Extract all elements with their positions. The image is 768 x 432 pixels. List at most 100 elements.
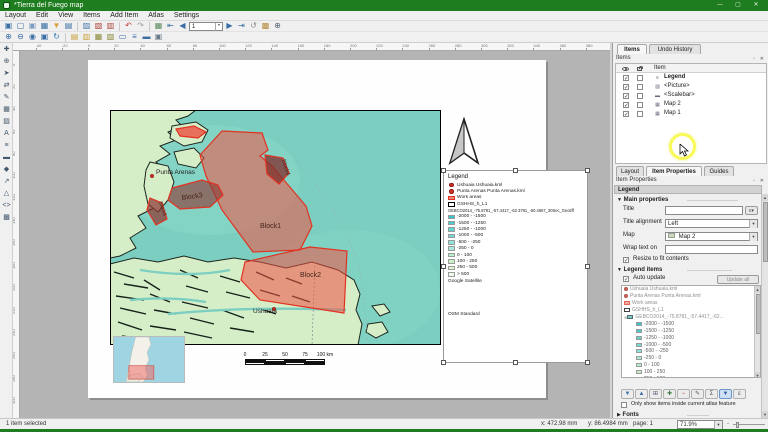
spin-arrows-icon[interactable]: ▾ [215,23,222,31]
move-up-icon[interactable]: ▲ [635,389,648,399]
select-move-item-icon[interactable]: ➤ [1,68,12,79]
selection-handle[interactable] [441,360,446,365]
legend-item[interactable]: Legend Ushuaia Ushuaia.kmlPunta Arenas P… [443,170,588,363]
lower-items-icon[interactable]: ▥ [81,32,92,42]
add-html-icon[interactable]: <> [1,200,12,211]
atlas-first-icon[interactable]: ⇤ [165,21,176,31]
selection-handle[interactable] [441,264,446,269]
visibility-checkbox[interactable]: ✓ [623,93,629,99]
count-symbols-icon[interactable]: Σ [705,389,718,399]
items-row-scalebar[interactable]: ✓▬<Scalebar> [616,91,766,100]
legend-tree-ramp-entry[interactable]: 100 - 250 [622,369,760,376]
resize-items-icon[interactable]: ▬ [141,32,152,42]
edit-nodes-icon[interactable]: ✎ [1,92,12,103]
layout-canvas[interactable]: Block1 Block2 Block3 Block4 Block5 Punta… [20,51,610,418]
legend-tree-raster-parent[interactable]: ⊞ GEBCO2014_-75.8781_-57.4417_-62... [622,314,760,321]
atlas-preview-icon[interactable]: ↺ [248,21,259,31]
legend-tree-item[interactable]: Punta Arenas Punta Arenas.kml [622,293,760,300]
tab-undo-history[interactable]: Undo History [649,44,701,54]
data-defined-override-button[interactable]: ε▾ [745,206,758,215]
items-row-picture[interactable]: ✓▨<Picture> [616,82,766,91]
title-input[interactable] [665,206,743,215]
legend-tree-ramp-entry[interactable]: -250 - 0 [622,355,760,362]
legend-tree-item[interactable]: Ushuaia Ushuaia.kml [622,286,760,293]
add-scalebar-icon[interactable]: ▬ [1,152,12,163]
remove-item-icon[interactable]: − [677,389,690,399]
add-legend-icon[interactable]: ≡ [1,140,12,151]
map-item-map2[interactable]: Block1 Block2 Block3 Block4 Block5 Punta… [110,110,441,345]
scroll-up-icon[interactable]: ▲ [762,194,768,201]
atlas-next-icon[interactable]: ▶ [224,21,235,31]
items-row-map2[interactable]: ✓▦Map 2 [616,100,766,109]
add-picture-icon[interactable]: ▨ [1,116,12,127]
zoom-out-icon[interactable]: ⊖ [15,32,26,42]
properties-scrollbar[interactable]: ▲ ▼ [761,194,768,418]
zoom-slider-knob[interactable] [736,422,739,428]
add-arrow-icon[interactable]: ↗ [1,176,12,187]
layout-manager-icon[interactable]: ▦ [39,21,50,31]
visibility-checkbox[interactable]: ✓ [623,75,629,81]
menu-add-item[interactable]: Add Item [105,11,143,21]
legend-tree-ramp-entry[interactable]: 0 - 100 [622,362,760,369]
selection-handle[interactable] [441,168,446,173]
maximize-button[interactable]: ▢ [730,0,746,11]
group-items-icon[interactable]: ▦ [93,32,104,42]
main-properties-header[interactable]: ▼ Main properties [617,197,668,203]
close-button[interactable]: ✕ [748,0,764,11]
legend-tree-ramp-entry[interactable]: -2000 - -1500 [622,320,760,327]
selection-handle[interactable] [585,264,590,269]
lock-items-icon[interactable]: ▣ [153,32,164,42]
lock-checkbox[interactable] [637,111,643,117]
tab-items[interactable]: Items [617,44,647,54]
export-pdf-icon[interactable]: ▥ [105,21,116,31]
menu-layout[interactable]: Layout [0,11,31,21]
export-svg-icon[interactable]: ▧ [93,21,104,31]
north-arrow-item[interactable] [447,117,481,165]
pan-icon[interactable]: ✚ [1,44,12,55]
map-item-map1[interactable] [113,336,185,383]
add-label-icon[interactable]: A [1,128,12,139]
atlas-last-icon[interactable]: ⇥ [236,21,247,31]
lock-checkbox[interactable] [637,102,643,108]
visibility-checkbox[interactable]: ✓ [623,102,629,108]
legend-items-tree[interactable]: Ushuaia Ushuaia.kmlPunta Arenas Punta Ar… [621,285,761,378]
scroll-up-icon[interactable]: ▲ [755,286,760,293]
new-layout-icon[interactable]: ▢ [15,21,26,31]
menu-settings[interactable]: Settings [169,11,204,21]
atlas-export-icon[interactable]: ▩ [260,21,271,31]
selection-handle[interactable] [585,360,590,365]
only-show-atlas-checkbox[interactable] [621,402,627,408]
zoom-in-icon[interactable]: ⊕ [3,32,14,42]
legend-list-scrollbar[interactable]: ▲ ▼ [754,286,760,378]
menu-items[interactable]: Items [78,11,105,21]
edit-item-icon[interactable]: ✎ [691,389,704,399]
legend-tree-ramp-entry[interactable]: -1000 - -500 [622,341,760,348]
legend-tree-ramp-entry[interactable]: 250 - 500 [622,376,760,378]
raise-items-icon[interactable]: ▤ [69,32,80,42]
legend-tree-ramp-entry[interactable]: -500 - -250 [622,348,760,355]
zoom-slider[interactable] [733,424,765,425]
items-row-legend[interactable]: ✓≡Legend [616,73,766,82]
auto-update-checkbox[interactable]: ✓ [623,276,629,282]
legend-tree-item[interactable]: Work areas [622,300,760,307]
tab-layout[interactable]: Layout [616,166,644,176]
legend-tree-ramp-entry[interactable]: -1250 - -1000 [622,334,760,341]
tab-guides[interactable]: Guides [704,166,734,176]
move-down-icon[interactable]: ▼ [621,389,634,399]
lock-checkbox[interactable] [637,93,643,99]
open-folder-icon[interactable]: ▼ [51,21,62,31]
add-table-icon[interactable]: ▩ [1,212,12,223]
selection-handle[interactable] [513,168,518,173]
distribute-items-icon[interactable]: ≡ [129,32,140,42]
visibility-checkbox[interactable]: ✓ [623,84,629,90]
save-icon[interactable]: ▣ [3,21,14,31]
atlas-zoom-icon[interactable]: ⊕ [272,21,283,31]
undo-icon[interactable]: ↶ [123,21,134,31]
menu-atlas[interactable]: Atlas [143,11,169,21]
lock-checkbox[interactable] [637,84,643,90]
add-node-item-icon[interactable]: △ [1,188,12,199]
menu-edit[interactable]: Edit [31,11,53,21]
visibility-checkbox[interactable]: ✓ [623,111,629,117]
tab-item-properties[interactable]: Item Properties [646,166,702,176]
atlas-page-spinbox[interactable]: 1▾ [189,22,223,31]
